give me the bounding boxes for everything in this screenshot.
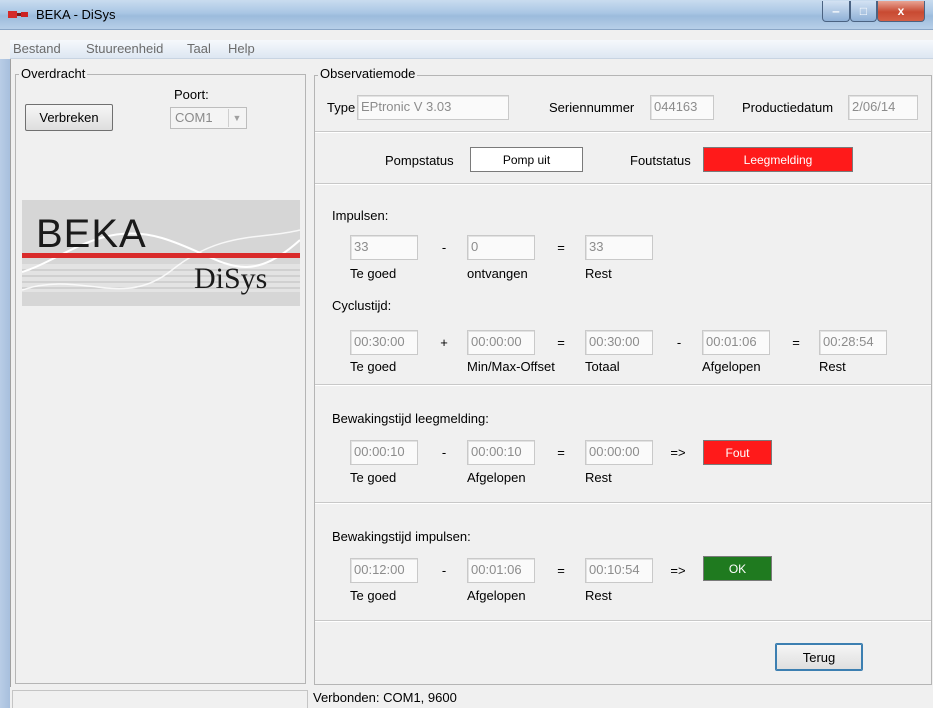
app-icon (8, 11, 28, 18)
watch-empty-title: Bewakingstijd leegmelding: (332, 411, 489, 426)
operator: = (557, 563, 565, 578)
operator: = (557, 335, 565, 350)
operator: - (441, 445, 447, 460)
operator: => (670, 445, 686, 460)
menu-stuureenheid[interactable]: Stuureenheid (86, 41, 163, 56)
separator (315, 620, 931, 622)
pump-status-label: Pompstatus (385, 153, 454, 168)
watch-empty-result: Fout (703, 440, 772, 465)
impulses-received-label: ontvangen (467, 266, 528, 281)
menu-help[interactable]: Help (228, 41, 255, 56)
production-date-label: Productiedatum (742, 100, 834, 115)
transfer-group (15, 74, 306, 684)
title-bar (0, 0, 933, 30)
operator: - (676, 335, 682, 350)
watch-impulses-rest-label: Rest (585, 588, 612, 603)
separator (315, 183, 931, 185)
cycle-offset-label: Min/Max-Offset (467, 359, 555, 374)
pump-status-value: Pomp uit (470, 147, 583, 172)
impulses-good-label: Te goed (350, 266, 397, 281)
watch-impulses-good-field: 00:12:00 (350, 558, 418, 583)
watch-impulses-elapsed-label: Afgelopen (467, 588, 526, 603)
window-border (0, 30, 10, 708)
impulses-received-field: 0 (467, 235, 535, 260)
cycle-good-field: 00:30:00 (350, 330, 418, 355)
minimize-icon: ‒ (832, 4, 840, 18)
serial-label: Seriennummer (549, 100, 635, 115)
logo-product: DiSys (194, 262, 268, 295)
close-button[interactable]: x (877, 1, 925, 22)
watch-empty-elapsed-label: Afgelopen (467, 470, 526, 485)
operator: + (440, 335, 448, 350)
fault-status-label: Foutstatus (630, 153, 691, 168)
cycle-total-label: Totaal (585, 359, 620, 374)
minimize-button[interactable]: ‒ (822, 1, 850, 22)
window-title: BEKA - DiSys (36, 7, 116, 22)
cycle-title: Cyclustijd: (332, 298, 392, 313)
port-select[interactable]: COM1 ▼ (170, 107, 247, 129)
watch-empty-rest-field: 00:00:00 (585, 440, 653, 465)
connection-status: Verbonden: COM1, 9600 (313, 690, 457, 705)
cycle-elapsed-field: 00:01:06 (702, 330, 770, 355)
serial-field: 044163 (650, 95, 714, 120)
operator: = (557, 445, 565, 460)
watch-impulses-title: Bewakingstijd impulsen: (332, 529, 471, 544)
menu-bestand[interactable]: Bestand (13, 41, 61, 56)
impulses-rest-label: Rest (585, 266, 612, 281)
observation-group-title: Observatiemode (318, 66, 418, 81)
type-field: EPtronic V 3.03 (357, 95, 509, 120)
impulses-rest-field: 33 (585, 235, 653, 260)
operator: - (441, 240, 447, 255)
maximize-icon: □ (859, 4, 868, 18)
cycle-offset-field: 00:00:00 (467, 330, 535, 355)
port-value: COM1 (175, 110, 213, 125)
watch-impulses-elapsed-field: 00:01:06 (467, 558, 535, 583)
chevron-down-icon: ▼ (228, 109, 245, 127)
separator (315, 502, 931, 504)
separator (315, 131, 931, 133)
operator: = (792, 335, 800, 350)
impulses-good-field: 33 (350, 235, 418, 260)
disconnect-button[interactable]: Verbreken (25, 104, 113, 131)
watch-empty-good-label: Te goed (350, 470, 397, 485)
maximize-button[interactable]: □ (850, 1, 877, 22)
cycle-elapsed-label: Afgelopen (702, 359, 761, 374)
cycle-rest-field: 00:28:54 (819, 330, 887, 355)
operator: - (441, 563, 447, 578)
transfer-group-title: Overdracht (19, 66, 88, 81)
cycle-good-label: Te goed (350, 359, 397, 374)
cycle-rest-label: Rest (819, 359, 846, 374)
impulses-title: Impulsen: (332, 208, 389, 223)
operator: = (557, 240, 565, 255)
port-label: Poort: (174, 87, 209, 102)
production-date-field: 2/06/14 (848, 95, 918, 120)
watch-empty-rest-label: Rest (585, 470, 612, 485)
watch-empty-good-field: 00:00:10 (350, 440, 418, 465)
fault-status-value: Leegmelding (703, 147, 853, 172)
status-bar-left-pane (12, 690, 308, 708)
type-label: Type (327, 100, 356, 115)
menu-taal[interactable]: Taal (187, 41, 211, 56)
watch-impulses-result: OK (703, 556, 772, 581)
logo-brand: BEKA (36, 212, 147, 256)
close-icon: x (897, 4, 905, 18)
watch-impulses-rest-field: 00:10:54 (585, 558, 653, 583)
back-button[interactable]: Terug (775, 643, 863, 671)
watch-impulses-good-label: Te goed (350, 588, 397, 603)
cycle-total-field: 00:30:00 (585, 330, 653, 355)
operator: => (670, 563, 686, 578)
beka-disys-logo: BEKA DiSys (22, 200, 300, 306)
separator (315, 384, 931, 386)
watch-empty-elapsed-field: 00:00:10 (467, 440, 535, 465)
